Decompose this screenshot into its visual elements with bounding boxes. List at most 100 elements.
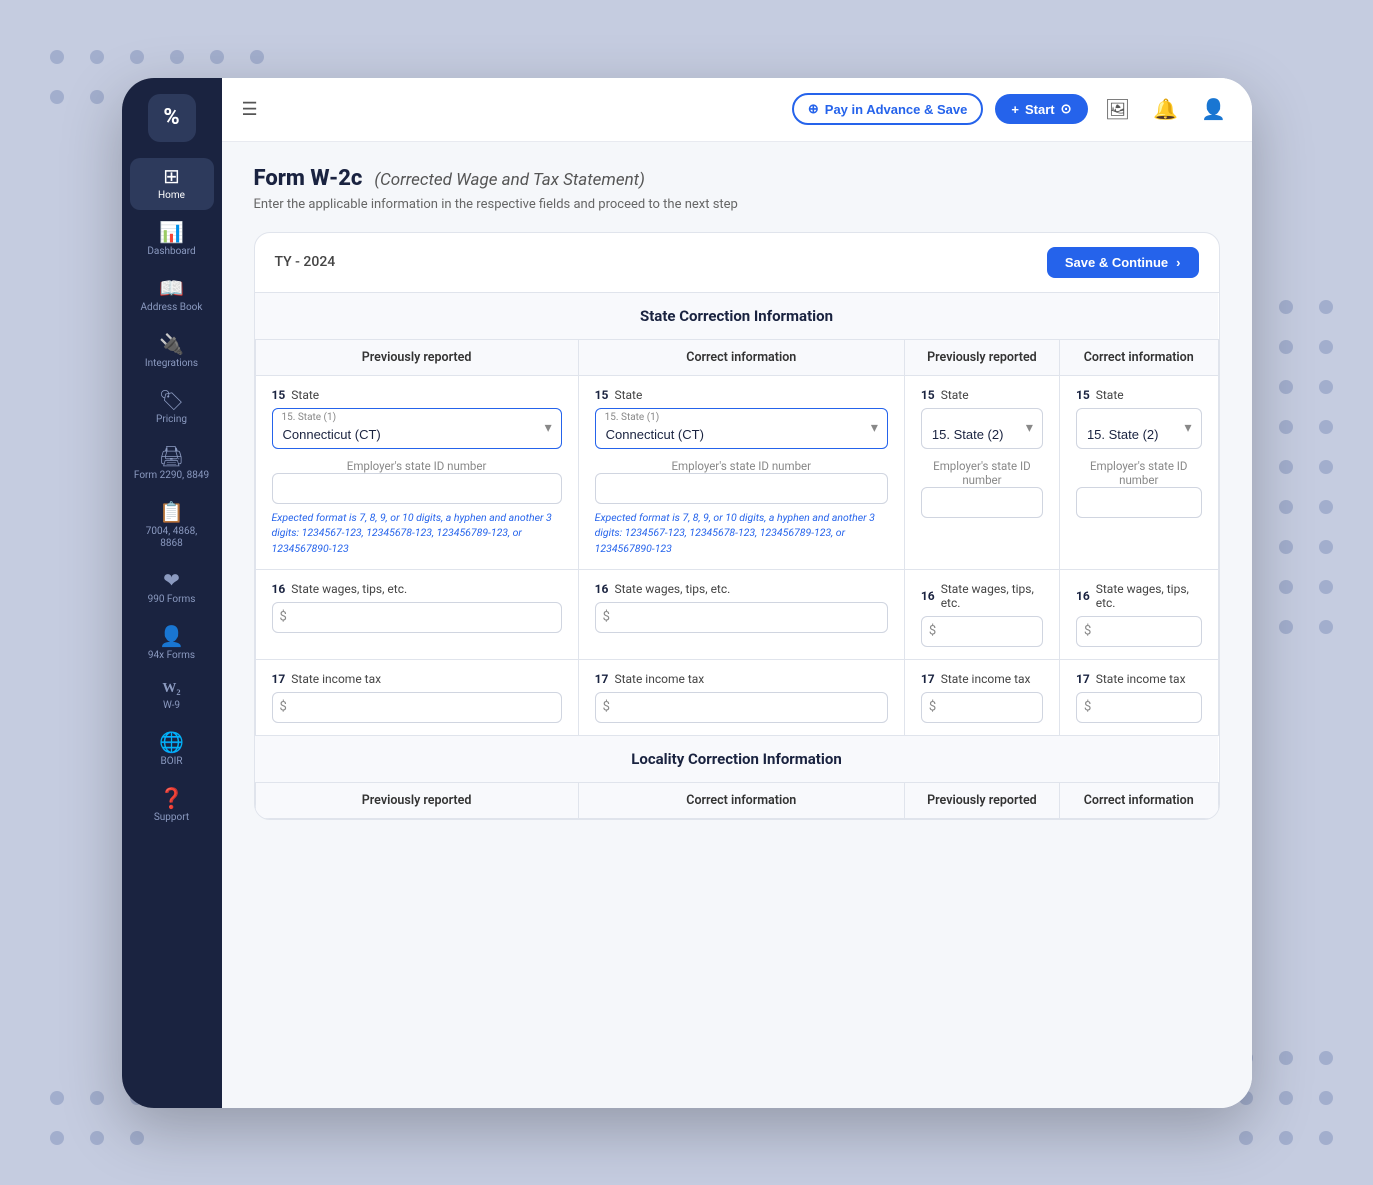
sidebar-item-home[interactable]: ⊞ Home — [130, 158, 214, 210]
sidebar-label-7004: 7004, 4868, 8868 — [134, 526, 210, 550]
field15-name-1: State — [291, 388, 319, 402]
employer-state-id-input-wrapper-4 — [1076, 487, 1202, 518]
field15-label-row-3: 15 State — [921, 388, 1043, 402]
home-icon: ⊞ — [163, 166, 180, 186]
pricing-icon: 🏷 — [159, 390, 184, 410]
start-label: Start — [1025, 102, 1055, 117]
employer-state-id-input-3[interactable] — [921, 487, 1043, 518]
sidebar-item-990forms[interactable]: ❤ 990 Forms — [130, 562, 214, 614]
locality-column-headers: Previously reported Correct information … — [255, 782, 1218, 818]
990forms-icon: ❤ — [163, 570, 180, 590]
state1-prev-select-wrapper: 15. State (1) Connecticut (CT) ▾ — [272, 408, 562, 449]
profile-icon: 👤 — [1201, 97, 1226, 122]
employer-state-id-input-wrapper-2 — [595, 473, 888, 504]
save-continue-label: Save & Continue — [1065, 255, 1168, 270]
field17-label-4: 17 State income tax — [1076, 672, 1202, 686]
state2-correct-select-wrapper: 15. State (2) ▾ — [1076, 408, 1202, 449]
field16-num-1: 16 — [272, 582, 286, 596]
field17-num-1: 17 — [272, 672, 286, 686]
col-header-prev-reported-1: Previously reported — [255, 339, 578, 375]
employer-state-id-input-2[interactable] — [595, 473, 888, 504]
field15-name-3: State — [941, 388, 969, 402]
field16-num-4: 16 — [1076, 589, 1090, 603]
sidebar: % ⊞ Home 📊 Dashboard 📖 Address Book 🔌 In… — [122, 78, 222, 1108]
pay-advance-button[interactable]: ⊕ Pay in Advance & Save — [792, 93, 984, 125]
sidebar-item-support[interactable]: ❓ Support — [130, 780, 214, 832]
sidebar-label-990forms: 990 Forms — [148, 594, 196, 606]
logo-icon: % — [163, 105, 179, 130]
employer-state-id-input-4[interactable] — [1076, 487, 1202, 518]
field17-input-wrapper-1: $ — [272, 692, 562, 723]
dollar-sign-4: $ — [1084, 624, 1091, 639]
field15-label-row-4: 15 State — [1076, 388, 1202, 402]
field17-correct-2: 17 State income tax $ — [1059, 659, 1218, 735]
field15-name-4: State — [1096, 388, 1124, 402]
state-column-headers: Previously reported Correct information … — [255, 339, 1218, 375]
field17-input-wrapper-2: $ — [595, 692, 888, 723]
field17-label-1: 17 State income tax — [272, 672, 562, 686]
field15-num-1: 15 — [272, 388, 286, 402]
field17-input-2[interactable] — [595, 692, 888, 723]
employer-state-id-label-2: Employer's state ID number — [595, 459, 888, 473]
field17-input-1[interactable] — [272, 692, 562, 723]
field17-name-4: State income tax — [1096, 672, 1186, 686]
sidebar-item-form2290[interactable]: 🖨 Form 2290, 8849 — [130, 438, 214, 490]
state2-correct-select[interactable]: 15. State (2) — [1076, 408, 1202, 449]
field16-input-4[interactable] — [1076, 616, 1202, 647]
field15-num-2: 15 — [595, 388, 609, 402]
94x-icon: 👤 — [159, 626, 184, 646]
locality-col-header-prev-1: Previously reported — [255, 782, 578, 818]
field16-name-1: State wages, tips, etc. — [291, 582, 407, 596]
integrations-icon: 🔌 — [159, 334, 184, 354]
field17-label-2: 17 State income tax — [595, 672, 888, 686]
locality-col-header-prev-2: Previously reported — [904, 782, 1059, 818]
notification-button[interactable]: 🔔 — [1148, 91, 1184, 127]
field17-num-3: 17 — [921, 672, 935, 686]
field16-input-wrapper-3: $ — [921, 616, 1043, 647]
field15-correct-info-2: 15 State 15. State (2) ▾ Employer's sta — [1059, 375, 1218, 569]
sidebar-item-pricing[interactable]: 🏷 Pricing — [130, 382, 214, 434]
field17-input-3[interactable] — [921, 692, 1043, 723]
field16-label-3: 16 State wages, tips, etc. — [921, 582, 1043, 610]
top-navigation: ☰ ⊕ Pay in Advance & Save + Start ⊙ 🖼 🔔 … — [222, 78, 1252, 142]
field16-input-2[interactable] — [595, 602, 888, 633]
menu-icon[interactable]: ☰ — [242, 99, 258, 120]
sidebar-item-boir[interactable]: 🌐 BOIR — [130, 724, 214, 776]
state-id-hint-2: Expected format is 7, 8, 9, or 10 digits… — [595, 510, 888, 557]
col-header-correct-info-2: Correct information — [1059, 339, 1218, 375]
notification-bell-icon: 🔔 — [1153, 97, 1178, 122]
field16-input-3[interactable] — [921, 616, 1043, 647]
employer-state-id-input-wrapper-3 — [921, 487, 1043, 518]
sidebar-item-integrations[interactable]: 🔌 Integrations — [130, 326, 214, 378]
field16-input-wrapper-1: $ — [272, 602, 562, 633]
employer-state-id-label-1: Employer's state ID number — [272, 459, 562, 473]
sidebar-label-integrations: Integrations — [145, 358, 198, 370]
employer-state-id-input-1[interactable] — [272, 473, 562, 504]
locality-col-header-correct-1: Correct information — [578, 782, 904, 818]
pay-advance-plus-icon: ⊕ — [808, 101, 819, 117]
sidebar-item-address-book[interactable]: 📖 Address Book — [130, 270, 214, 322]
state2-prev-select[interactable]: 15. State (2) — [921, 408, 1043, 449]
save-continue-button[interactable]: Save & Continue › — [1047, 247, 1199, 278]
user-image-button[interactable]: 🖼 — [1100, 91, 1136, 127]
sidebar-item-7004[interactable]: 📋 7004, 4868, 8868 — [130, 494, 214, 558]
start-button[interactable]: + Start ⊙ — [995, 94, 1087, 124]
sidebar-item-dashboard[interactable]: 📊 Dashboard — [130, 214, 214, 266]
app-logo[interactable]: % — [148, 94, 196, 142]
form-card: TY - 2024 Save & Continue › State Correc… — [254, 232, 1220, 820]
state-correction-table: State Correction Information Previously … — [255, 293, 1219, 819]
field16-input-1[interactable] — [272, 602, 562, 633]
field17-name-1: State income tax — [291, 672, 381, 686]
field17-input-wrapper-3: $ — [921, 692, 1043, 723]
sidebar-item-94x[interactable]: 👤 94x Forms — [130, 618, 214, 670]
field16-correct-1: 16 State wages, tips, etc. $ — [578, 569, 904, 659]
field17-input-4[interactable] — [1076, 692, 1202, 723]
state2-prev-select-wrapper: 15. State (2) ▾ — [921, 408, 1043, 449]
employer-state-id-input-wrapper-1 — [272, 473, 562, 504]
sidebar-label-support: Support — [154, 812, 189, 824]
profile-button[interactable]: 👤 — [1196, 91, 1232, 127]
sidebar-item-w9[interactable]: W₂ W-9 — [130, 674, 214, 720]
dollar-sign-2: $ — [603, 610, 610, 625]
dollar-sign-3: $ — [929, 624, 936, 639]
page-description: Enter the applicable information in the … — [254, 197, 1220, 212]
